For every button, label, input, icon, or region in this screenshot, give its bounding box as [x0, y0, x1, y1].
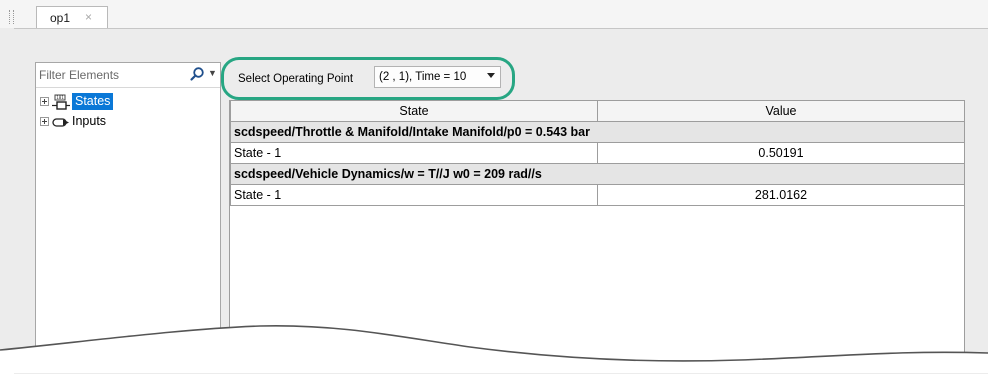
- tree-item-label: Inputs: [72, 114, 107, 128]
- chevron-down-icon[interactable]: ▼: [208, 68, 217, 78]
- tree-item-inputs[interactable]: Inputs: [40, 113, 210, 131]
- state-cell: State - 1: [230, 184, 598, 206]
- document-tab-bar: op1 ×: [0, 0, 988, 29]
- drag-grip-icon[interactable]: [9, 10, 14, 24]
- expand-icon[interactable]: [40, 97, 49, 106]
- close-icon[interactable]: ×: [85, 10, 92, 24]
- inputs-port-icon: [52, 118, 69, 127]
- operating-point-window: op1 × ▼ 101 States: [0, 0, 988, 374]
- table-group-row: scdspeed/Vehicle Dynamics/w = T//J w0 = …: [230, 163, 965, 185]
- filter-elements-input[interactable]: [39, 66, 179, 84]
- svg-text:101: 101: [56, 95, 64, 100]
- filter-box: ▼: [36, 63, 220, 88]
- tab-op1[interactable]: op1 ×: [36, 6, 108, 29]
- states-block-icon: 101: [52, 94, 70, 110]
- search-icon[interactable]: [189, 66, 205, 82]
- states-table: State Value scdspeed/Throttle & Manifold…: [230, 101, 965, 206]
- value-cell[interactable]: 0.50191: [597, 142, 965, 164]
- state-cell: State - 1: [230, 142, 598, 164]
- dropdown-arrow-icon: [487, 73, 495, 78]
- tree-item-states[interactable]: 101 States: [40, 93, 210, 111]
- column-header-value[interactable]: Value: [597, 101, 965, 122]
- tab-title: op1: [50, 11, 71, 25]
- table-row[interactable]: State - 1 281.0162: [230, 184, 965, 206]
- table-group-row: scdspeed/Throttle & Manifold/Intake Mani…: [230, 121, 965, 143]
- table-header-row: State Value: [230, 101, 965, 122]
- tree-item-label: States: [72, 93, 114, 110]
- torn-edge-decoration: [0, 324, 988, 373]
- select-operating-point-label: Select Operating Point: [238, 73, 354, 85]
- group-title: scdspeed/Vehicle Dynamics/w = T//J w0 = …: [230, 163, 965, 185]
- value-cell[interactable]: 281.0162: [597, 184, 965, 206]
- group-title: scdspeed/Throttle & Manifold/Intake Mani…: [230, 121, 965, 143]
- table-row[interactable]: State - 1 0.50191: [230, 142, 965, 164]
- expand-icon[interactable]: [40, 117, 49, 126]
- operating-point-dropdown[interactable]: (2 , 1), Time = 10: [374, 66, 501, 88]
- operating-point-selector-bar: Select Operating Point (2 , 1), Time = 1…: [228, 62, 968, 98]
- operating-point-value: (2 , 1), Time = 10: [379, 71, 467, 83]
- column-header-state[interactable]: State: [230, 101, 598, 122]
